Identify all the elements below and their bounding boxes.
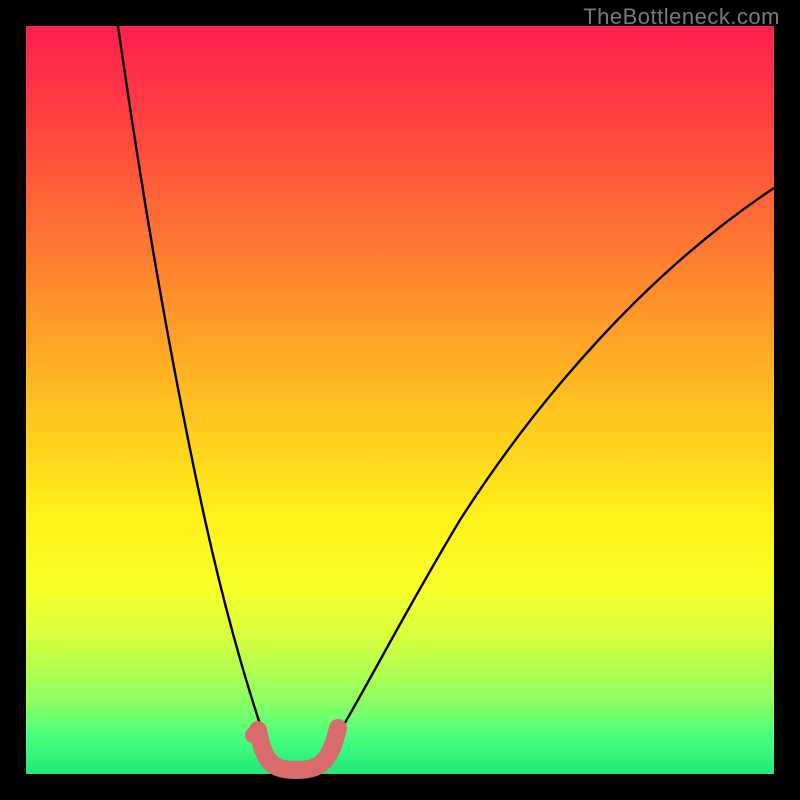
chart-curves-layer	[0, 0, 800, 800]
bottleneck-curve-left	[118, 26, 268, 748]
optimal-marker-u	[258, 728, 338, 770]
bottleneck-curve-right	[330, 188, 774, 748]
